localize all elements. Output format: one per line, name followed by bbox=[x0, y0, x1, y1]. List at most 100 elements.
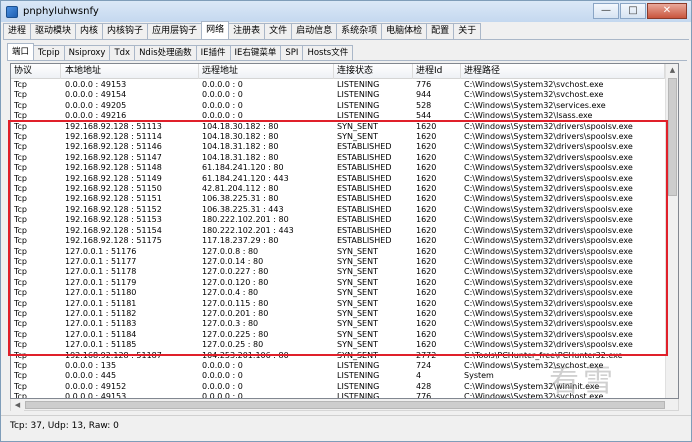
tab-main-4[interactable]: 应用层钩子 bbox=[147, 23, 203, 39]
table-cell: 1620 bbox=[416, 142, 437, 152]
table-cell: 0.0.0.0 : 49153 bbox=[65, 80, 127, 89]
table-cell: 127.0.0.1 : 51177 bbox=[65, 256, 137, 266]
title-bar[interactable]: pnphyluhwsnfy — □ ✕ bbox=[1, 1, 691, 22]
tab-sub-5[interactable]: IE插件 bbox=[195, 45, 231, 60]
close-button[interactable]: ✕ bbox=[647, 3, 687, 19]
tab-sub-4[interactable]: Ndis处理函数 bbox=[134, 45, 197, 60]
table-cell: 1620 bbox=[416, 163, 437, 173]
table-row[interactable]: Tcp 127.0.0.1 : 51179 127.0.0.120 : 80 SYN_… bbox=[11, 278, 665, 288]
table-cell: 192.168.92.128 : 51175 bbox=[65, 236, 162, 246]
table-cell: ESTABLISHED bbox=[337, 142, 392, 152]
table-row[interactable]: Tcp 192.168.92.128 : 51154 180.222.102.201… bbox=[11, 226, 665, 236]
tab-sub-6[interactable]: IE右键菜单 bbox=[229, 45, 282, 60]
table-row[interactable]: Tcp 127.0.0.1 : 51182 127.0.0.201 : 80 SYN_… bbox=[11, 309, 665, 319]
table-cell: 0.0.0.0 : 0 bbox=[202, 100, 243, 110]
port-list[interactable]: 协议 本地地址 远程地址 连接状态 进程Id 进程路径 Tcp 0.0.0.0 : 4915… bbox=[10, 63, 679, 399]
maximize-button[interactable]: □ bbox=[620, 3, 646, 19]
table-row[interactable]: Tcp 192.168.92.128 : 51150 42.81.204.112 :… bbox=[11, 184, 665, 194]
horizontal-scroll-thumb[interactable] bbox=[25, 401, 665, 409]
table-row[interactable]: Tcp 127.0.0.1 : 51176 127.0.0.8 : 80 SYN_SE… bbox=[11, 247, 665, 257]
table-row[interactable]: Tcp 127.0.0.1 : 51177 127.0.0.14 : 80 SYN_S… bbox=[11, 257, 665, 267]
table-cell: 127.0.0.201 : 80 bbox=[202, 308, 269, 318]
table-row[interactable]: Tcp 0.0.0.0 : 49205 0.0.0.0 : 0 LISTENING 52… bbox=[11, 101, 665, 111]
table-cell: 192.168.92.128 : 51146 bbox=[65, 142, 162, 152]
table-row[interactable]: Tcp 127.0.0.1 : 51183 127.0.0.3 : 80 SYN_SE… bbox=[11, 319, 665, 329]
table-cell: 1620 bbox=[416, 173, 437, 183]
tab-main-5[interactable]: 网络 bbox=[201, 21, 230, 39]
table-cell: 776 bbox=[416, 80, 432, 89]
column-header[interactable]: 本地地址 bbox=[62, 64, 199, 79]
table-cell: Tcp bbox=[14, 246, 28, 256]
tab-main-1[interactable]: 驱动模块 bbox=[30, 23, 77, 39]
tab-sub-0[interactable]: 端口 bbox=[7, 43, 35, 60]
tab-main-12[interactable]: 关于 bbox=[453, 23, 482, 39]
table-cell: Tcp bbox=[14, 194, 28, 204]
column-header[interactable]: 远程地址 bbox=[199, 64, 334, 79]
table-row[interactable]: Tcp 192.168.92.128 : 51149 61.184.241.120 … bbox=[11, 174, 665, 184]
table-row[interactable]: Tcp 0.0.0.0 : 49153 0.0.0.0 : 0 LISTENING 77… bbox=[11, 80, 665, 90]
column-header[interactable]: 进程Id bbox=[413, 64, 461, 79]
tab-main-2[interactable]: 内核 bbox=[75, 23, 104, 39]
table-row[interactable]: Tcp 192.168.92.128 : 51152 106.38.225.31 :… bbox=[11, 205, 665, 215]
table-cell: Tcp bbox=[14, 90, 28, 100]
table-cell: C:\Windows\System32\drivers\spoolsv.exe bbox=[464, 329, 633, 339]
table-row[interactable]: Tcp 127.0.0.1 : 51185 127.0.0.25 : 80 SYN_S… bbox=[11, 340, 665, 350]
table-cell: 0.0.0.0 : 445 bbox=[65, 371, 117, 381]
tab-sub-1[interactable]: Tcpip bbox=[33, 45, 65, 60]
tab-main-10[interactable]: 电脑体检 bbox=[381, 23, 428, 39]
column-header[interactable]: 连接状态 bbox=[334, 64, 413, 79]
tab-sub-8[interactable]: Hosts文件 bbox=[302, 45, 354, 60]
column-header[interactable]: 协议 bbox=[11, 64, 61, 79]
scroll-left-icon[interactable]: ◀ bbox=[11, 399, 24, 411]
table-cell: 0.0.0.0 : 49216 bbox=[65, 111, 127, 121]
table-cell: SYN_SENT bbox=[337, 277, 378, 287]
tab-sub-7[interactable]: SPI bbox=[280, 45, 304, 60]
table-cell: 0.0.0.0 : 135 bbox=[65, 360, 117, 370]
table-cell: Tcp bbox=[14, 152, 28, 162]
table-row[interactable]: Tcp 192.168.92.128 : 51153 180.222.102.201… bbox=[11, 215, 665, 225]
table-cell: 1620 bbox=[416, 288, 437, 298]
table-cell: SYN_SENT bbox=[337, 246, 378, 256]
minimize-button[interactable]: — bbox=[593, 3, 619, 19]
table-row[interactable]: Tcp 192.168.92.128 : 51114 104.18.30.182 :… bbox=[11, 132, 665, 142]
column-header[interactable]: 进程路径 bbox=[461, 64, 665, 79]
table-cell: C:\Windows\System32\drivers\spoolsv.exe bbox=[464, 121, 633, 131]
table-cell: 0.0.0.0 : 0 bbox=[202, 360, 243, 370]
tab-sub-3[interactable]: Tdx bbox=[109, 45, 136, 60]
tab-main-0[interactable]: 进程 bbox=[3, 23, 32, 39]
table-cell: 104.18.31.182 : 80 bbox=[202, 142, 279, 152]
table-row[interactable]: Tcp 0.0.0.0 : 49154 0.0.0.0 : 0 LISTENING 94… bbox=[11, 90, 665, 100]
table-row[interactable]: Tcp 192.168.92.128 : 51175 117.18.237.29 :… bbox=[11, 236, 665, 246]
table-row[interactable]: Tcp 192.168.92.128 : 51151 106.38.225.31 :… bbox=[11, 194, 665, 204]
table-row[interactable]: Tcp 192.168.92.128 : 51147 104.18.31.182 :… bbox=[11, 153, 665, 163]
tab-main-3[interactable]: 内核钩子 bbox=[102, 23, 149, 39]
table-row[interactable]: Tcp 127.0.0.1 : 51181 127.0.0.115 : 80 SYN_… bbox=[11, 299, 665, 309]
table-cell: 192.168.92.128 : 51154 bbox=[65, 225, 162, 235]
tab-main-9[interactable]: 系统杂项 bbox=[336, 23, 383, 39]
tab-sub-2[interactable]: Nsiproxy bbox=[63, 45, 111, 60]
table-row[interactable]: Tcp 0.0.0.0 : 49216 0.0.0.0 : 0 LISTENING 54… bbox=[11, 111, 665, 121]
tab-main-8[interactable]: 启动信息 bbox=[291, 23, 338, 39]
table-row[interactable]: Tcp 192.168.92.128 : 51148 61.184.241.120 … bbox=[11, 163, 665, 173]
table-cell: Tcp bbox=[14, 340, 28, 350]
table-cell: C:\Windows\System32\drivers\spoolsv.exe bbox=[464, 267, 633, 277]
table-row[interactable]: Tcp 127.0.0.1 : 51180 127.0.0.4 : 80 SYN_SE… bbox=[11, 288, 665, 298]
table-row[interactable]: Tcp 127.0.0.1 : 51178 127.0.0.227 : 80 SYN_… bbox=[11, 267, 665, 277]
table-cell: Tcp bbox=[14, 121, 28, 131]
app-icon bbox=[6, 5, 18, 18]
tab-main-6[interactable]: 注册表 bbox=[228, 23, 266, 39]
horizontal-scrollbar[interactable]: ◀ bbox=[10, 399, 679, 411]
table-row[interactable]: Tcp 127.0.0.1 : 51184 127.0.0.225 : 80 SYN_… bbox=[11, 330, 665, 340]
vertical-scroll-thumb[interactable] bbox=[668, 78, 677, 196]
tab-main-11[interactable]: 配置 bbox=[426, 23, 455, 39]
table-cell: 1620 bbox=[416, 267, 437, 277]
table-row[interactable]: Tcp 192.168.92.128 : 51113 104.18.30.182 :… bbox=[11, 122, 665, 132]
table-cell: C:\Windows\System32\drivers\spoolsv.exe bbox=[464, 173, 633, 183]
vertical-scrollbar[interactable]: ▲ bbox=[665, 64, 678, 398]
status-bar: Tcp: 37, Udp: 13, Raw: 0 bbox=[1, 415, 691, 435]
tab-main-7[interactable]: 文件 bbox=[264, 23, 293, 39]
scroll-up-icon[interactable]: ▲ bbox=[666, 64, 678, 77]
table-row[interactable]: Tcp 192.168.92.128 : 51146 104.18.31.182 :… bbox=[11, 142, 665, 152]
table-cell: 0.0.0.0 : 0 bbox=[202, 90, 243, 100]
table-cell: 0.0.0.0 : 0 bbox=[202, 392, 243, 399]
